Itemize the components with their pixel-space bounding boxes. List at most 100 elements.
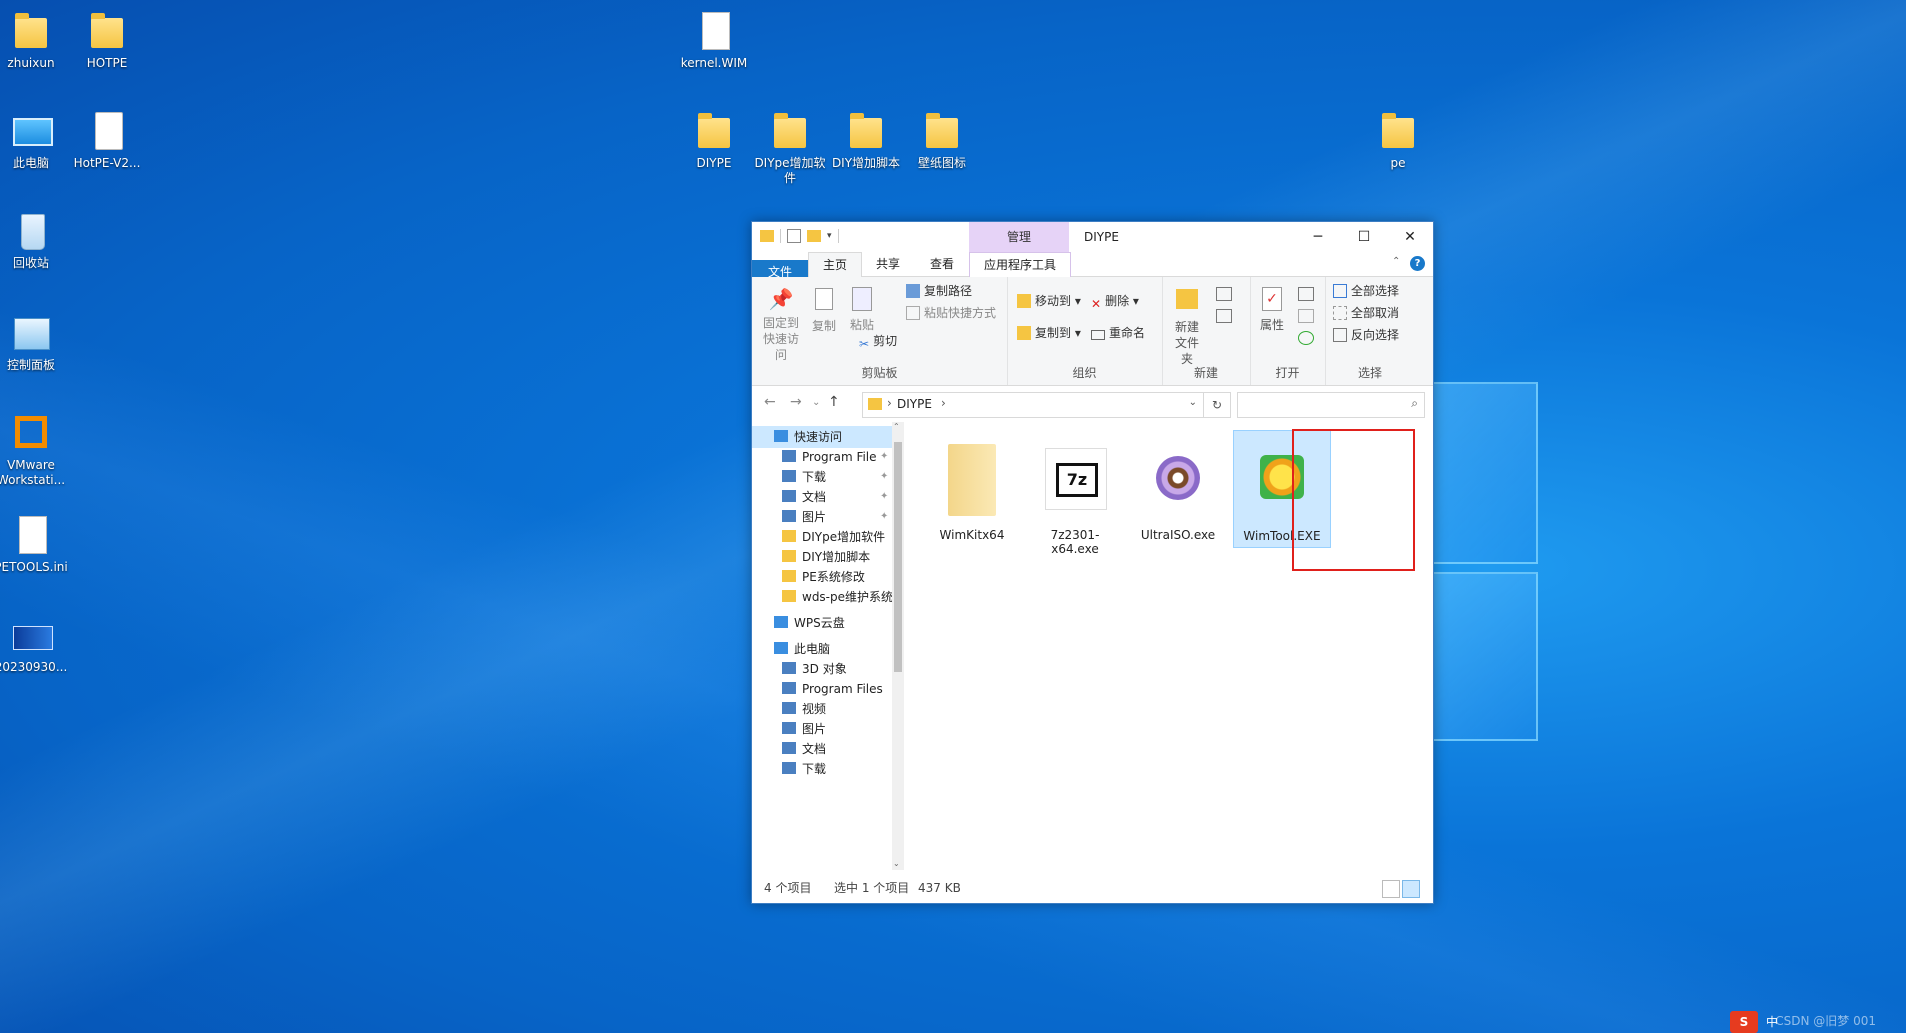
select-all-button[interactable]: 全部选择 <box>1333 281 1399 301</box>
select-none-button[interactable]: 全部取消 <box>1333 303 1399 323</box>
nav-item[interactable]: WPS云盘 <box>752 612 845 634</box>
scroll-down-icon[interactable]: ⌄ <box>893 859 900 868</box>
cut-button[interactable]: ✂ 剪切 <box>859 331 897 351</box>
history-icon[interactable] <box>1298 331 1314 345</box>
move-to-icon <box>1017 294 1031 308</box>
file-item[interactable]: 7z 7z2301-x64.exe <box>1027 430 1123 556</box>
properties-icon: ✓ <box>1259 287 1285 315</box>
invert-selection-button[interactable]: 反向选择 <box>1333 325 1399 345</box>
file-item[interactable]: UltraISO.exe <box>1130 430 1226 546</box>
large-icons-view-icon[interactable] <box>1402 880 1420 898</box>
properties-button[interactable]: ✓ 属性 <box>1254 285 1290 333</box>
pin-icon: 📌 <box>768 287 794 311</box>
nav-item[interactable]: 视频 <box>752 698 826 720</box>
folder-icon <box>782 662 796 674</box>
tab-share[interactable]: 共享 <box>862 252 914 276</box>
nav-item[interactable]: 3D 对象 <box>752 658 847 680</box>
refresh-button[interactable]: ↻ <box>1203 392 1231 418</box>
nav-item[interactable]: DIY增加脚本 <box>752 546 870 568</box>
desktop-icon-recycle-bin[interactable]: 回收站 <box>0 210 71 271</box>
forward-arrow-icon[interactable]: → <box>790 394 802 410</box>
new-folder-icon[interactable] <box>807 230 821 242</box>
ime-sogou-icon[interactable]: S <box>1730 1011 1758 1033</box>
paste-shortcut-button[interactable]: 粘贴快捷方式 <box>906 303 996 323</box>
address-dropdown-icon[interactable]: ⌄ <box>1189 397 1197 408</box>
rename-button[interactable]: 重命名 <box>1091 323 1145 343</box>
file-item[interactable]: WimKitx64 <box>924 430 1020 546</box>
ribbon-collapse-icon[interactable]: ⌃ <box>1392 256 1400 267</box>
desktop-icon-this-pc[interactable]: 此电脑 <box>0 110 71 171</box>
minimize-button[interactable]: ─ <box>1295 222 1341 252</box>
copy-button[interactable]: 复制 <box>806 285 842 334</box>
nav-item[interactable]: 下载 <box>752 466 826 488</box>
recent-chevron-icon[interactable]: ⌄ <box>812 397 820 408</box>
desktop-icon-label: pe <box>1390 156 1406 170</box>
desktop-icon-petools-ini[interactable]: PETOOLS.ini <box>0 514 71 575</box>
address-input[interactable]: › DIYPE › ⌄ <box>862 392 1204 418</box>
paste-button[interactable]: 粘贴 <box>844 285 880 333</box>
tab-home[interactable]: 主页 <box>808 252 862 277</box>
desktop-icon-wallpaper-icons[interactable]: 壁纸图标 <box>902 110 982 171</box>
desktop-icon-pe[interactable]: pe <box>1358 110 1438 171</box>
easy-access-icon[interactable] <box>1216 309 1232 323</box>
up-arrow-icon[interactable]: ↑ <box>828 394 840 410</box>
tab-view[interactable]: 查看 <box>916 252 968 276</box>
nav-item[interactable]: 文档 <box>752 486 826 508</box>
desktop-icon-diy-scripts[interactable]: DIY增加脚本 <box>826 110 906 171</box>
move-to-button[interactable]: 移动到 ▾ <box>1017 291 1081 311</box>
chevron-down-icon[interactable]: ▾ <box>827 231 832 241</box>
pin-icon[interactable]: ✦ <box>880 451 888 462</box>
properties-check-icon[interactable] <box>787 229 801 243</box>
nav-item[interactable]: 图片 <box>752 506 826 528</box>
search-input[interactable]: ⌕ <box>1237 392 1425 418</box>
tab-application-tools[interactable]: 应用程序工具 <box>969 252 1071 277</box>
nav-item[interactable]: 快速访问 <box>752 426 892 448</box>
desktop-icon-zhuixun[interactable]: zhuixun <box>0 10 71 71</box>
nav-scrollbar[interactable]: ⌃ ⌄ <box>892 422 904 870</box>
copy-to-button[interactable]: 复制到 ▾ <box>1017 323 1081 343</box>
nav-item[interactable]: Program Files <box>752 678 883 700</box>
details-view-icon[interactable] <box>1382 880 1400 898</box>
delete-button[interactable]: ✕ 删除 ▾ <box>1091 291 1139 311</box>
title-bar[interactable]: ▾ 管理 DIYPE ─ ☐ ✕ <box>752 222 1433 252</box>
desktop-icon-hotpe-v2[interactable]: HotPE-V2... <box>67 110 147 171</box>
scrollbar-thumb[interactable] <box>894 442 902 672</box>
desktop-icon-hotpe[interactable]: HOTPE <box>67 10 147 71</box>
folder-icon <box>782 570 796 582</box>
help-icon[interactable]: ? <box>1410 256 1425 271</box>
scroll-up-icon[interactable]: ⌃ <box>893 422 900 431</box>
new-item-icon[interactable] <box>1216 287 1232 301</box>
copy-path-button[interactable]: 复制路径 <box>906 281 972 301</box>
new-folder-button[interactable]: 新建文件夹 <box>1166 285 1208 367</box>
nav-item[interactable]: PE系统修改 <box>752 566 865 588</box>
desktop-icon-diype-software[interactable]: DIYpe增加软件 <box>750 110 830 186</box>
7zip-icon: 7z <box>1045 448 1107 510</box>
nav-item[interactable]: wds-pe维护系统 <box>752 586 892 608</box>
open-icon[interactable] <box>1298 287 1314 301</box>
desktop-icon-label: VMware Workstati... <box>0 458 66 487</box>
desktop-icon-vmware[interactable]: VMware Workstati... <box>0 412 71 488</box>
edit-icon[interactable] <box>1298 309 1314 323</box>
breadcrumb-diype[interactable]: DIYPE <box>897 397 932 411</box>
close-button[interactable]: ✕ <box>1387 222 1433 252</box>
document-icon <box>702 12 730 50</box>
nav-item[interactable]: DIYpe增加软件 <box>752 526 885 548</box>
desktop-icon-diype[interactable]: DIYPE <box>674 110 754 171</box>
nav-item[interactable]: 图片 <box>752 718 826 740</box>
desktop-icon-control-panel[interactable]: 控制面板 <box>0 312 71 373</box>
nav-item[interactable]: 文档 <box>752 738 826 760</box>
pin-icon[interactable]: ✦ <box>880 511 888 522</box>
back-arrow-icon[interactable]: ← <box>764 394 776 410</box>
pin-icon[interactable]: ✦ <box>880 471 888 482</box>
desktop-icon-image-20230930[interactable]: 20230930... <box>0 614 71 675</box>
nav-item[interactable]: 此电脑 <box>752 638 830 660</box>
maximize-button[interactable]: ☐ <box>1341 222 1387 252</box>
pin-icon[interactable]: ✦ <box>880 491 888 502</box>
nav-item-label: 文档 <box>802 742 827 756</box>
pin-quick-access-button[interactable]: 📌 固定到快速访问 <box>758 285 804 363</box>
explorer-window[interactable]: ▾ 管理 DIYPE ─ ☐ ✕ 文件 主页 共享 查看 应用程序工具 ⌃ ? … <box>751 221 1434 904</box>
nav-item[interactable]: Program File <box>752 446 877 468</box>
nav-item[interactable]: 下载 <box>752 758 826 780</box>
watermark: CSDN @旧梦 001 <box>1775 1014 1876 1028</box>
desktop-icon-kernel-wim[interactable]: kernel.WIM <box>674 10 754 71</box>
